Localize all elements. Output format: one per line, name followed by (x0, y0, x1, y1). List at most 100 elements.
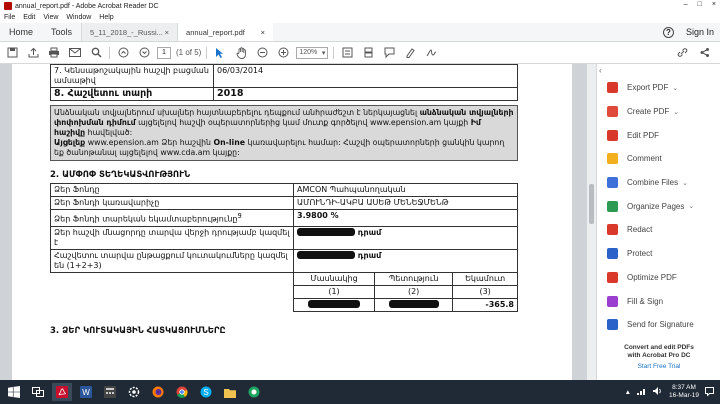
chevron-down-icon[interactable]: ⌄ (682, 179, 688, 187)
search-icon[interactable] (88, 45, 104, 61)
tool-comment[interactable]: Comment (607, 147, 719, 171)
tool-edit-pdf[interactable]: Edit PDF (607, 123, 719, 147)
vertical-scrollbar[interactable] (586, 64, 596, 380)
svg-text:S: S (203, 388, 208, 397)
system-tray: ▲ 8:37 AM 16-Mar-19 (625, 384, 720, 400)
table-cell-value: 2018 (213, 87, 518, 101)
start-free-trial-link[interactable]: Start Free Trial (597, 363, 720, 371)
menu-view[interactable]: View (43, 14, 58, 21)
chevron-down-icon[interactable]: ⌄ (688, 202, 694, 210)
tool-protect[interactable]: Protect (607, 242, 719, 266)
table-row: Ձեր Ֆոնդի տարեկան եկամտաբերությունը9 3.9… (50, 209, 518, 227)
help-icon[interactable]: ? (662, 26, 674, 38)
chevron-down-icon[interactable]: ⌄ (672, 84, 678, 92)
select-cursor-icon[interactable] (212, 45, 228, 61)
highlight-icon[interactable] (402, 45, 418, 61)
tool-optimize-pdf[interactable]: Optimize PDF (607, 266, 719, 290)
label-text: Ձեր Ֆոնդի տարեկան եկամտաբերությունը (54, 214, 238, 224)
tool-export-pdf[interactable]: Export PDF ⌄ (607, 76, 719, 100)
menu-window[interactable]: Window (66, 14, 91, 21)
nav-home[interactable]: Home (0, 23, 42, 41)
window-title: annual_report.pdf - Adobe Acrobat Reader… (15, 2, 159, 10)
tool-redact[interactable]: Redact (607, 218, 719, 242)
fit-page-icon[interactable] (339, 45, 355, 61)
tool-organize-pages[interactable]: Organize Pages ⌄ (607, 194, 719, 218)
svg-text:W: W (82, 388, 90, 397)
section-heading: 3. ՁԵՐ ԿՈՒՏԱԿԱՅԻՆ ՀԱՏԿԱՑՈՒՄՆԵՐԸ (50, 325, 226, 336)
share-icon[interactable] (696, 45, 712, 61)
summary-table: Ձեր Ֆոնդը AMCON Պահպանողական Ձեր Ֆոնդի կ… (50, 183, 518, 312)
save-icon[interactable] (4, 45, 20, 61)
document-viewport[interactable]: 7. Կենսաթոշակային հաշվի բացման ամսաթիվ 0… (0, 64, 586, 380)
task-view-icon[interactable] (28, 383, 48, 401)
collapse-pane-icon[interactable]: ‹ (599, 66, 602, 75)
zoom-level-dropdown[interactable]: 120% ▾ (296, 46, 329, 59)
chrome-taskbar-icon[interactable] (172, 383, 192, 401)
redaction-mark (308, 300, 360, 309)
upload-icon[interactable] (25, 45, 41, 61)
page-number-input[interactable]: 1 (157, 46, 171, 59)
minimize-button[interactable]: – (684, 1, 688, 8)
tool-create-pdf[interactable]: Create PDF ⌄ (607, 100, 719, 124)
sign-in-link[interactable]: Sign In (686, 27, 714, 37)
document-tab[interactable]: 5_11_2018_-_Russi... × (81, 23, 178, 41)
zoom-level-value: 120% (299, 49, 318, 56)
close-tab-icon[interactable]: × (165, 28, 169, 37)
taskbar-clock[interactable]: 8:37 AM 16-Mar-19 (669, 384, 699, 400)
file-explorer-taskbar-icon[interactable] (220, 383, 240, 401)
tool-fill-sign[interactable]: Fill & Sign (607, 289, 719, 313)
menu-file[interactable]: File (4, 14, 15, 21)
maximize-button[interactable]: □ (698, 1, 702, 8)
table-cell-label: Հաշվետու տարվա ընթացքում կուտակումները կ… (50, 248, 294, 273)
sign-icon[interactable] (423, 45, 439, 61)
tools-list: Export PDF ⌄ Create PDF ⌄ Edit PDF Comment… (607, 76, 719, 337)
print-icon[interactable] (46, 45, 62, 61)
chevron-down-icon[interactable]: ⌄ (673, 108, 679, 116)
table-cell-label: Ձեր Ֆոնդը (50, 183, 294, 197)
word-taskbar-icon[interactable]: W (76, 383, 96, 401)
menu-bar: File Edit View Window Help (0, 12, 720, 23)
close-tab-icon[interactable]: × (261, 28, 265, 37)
volume-icon[interactable] (653, 387, 663, 397)
edit-pdf-icon (607, 129, 618, 141)
share-link-icon[interactable] (674, 45, 690, 61)
table-cell-value: ԱՄՈՒՆԴԻ-ԱԿԲԱ ԱՍԵԹ ՄԵՆԵՋՄԵՆԹ (293, 196, 518, 210)
comment-icon (607, 153, 618, 165)
email-icon[interactable] (67, 45, 83, 61)
table-cell: (3) (452, 284, 518, 299)
app-taskbar-icon[interactable] (244, 383, 264, 401)
tray-chevron-up-icon[interactable]: ▲ (625, 389, 631, 396)
calculator-taskbar-icon[interactable] (100, 383, 120, 401)
document-tab-active[interactable]: annual_report.pdf × (177, 23, 274, 41)
acrobat-taskbar-icon[interactable] (52, 383, 72, 401)
toolbar-divider (206, 46, 208, 59)
tool-label: Protect (627, 249, 653, 259)
next-page-icon[interactable] (136, 45, 152, 61)
hand-tool-icon[interactable] (233, 45, 249, 61)
toolbar-divider (333, 46, 335, 59)
comment-icon[interactable] (381, 45, 397, 61)
start-icon[interactable] (4, 383, 24, 401)
toolbar-divider (109, 46, 110, 59)
window-controls: – □ × (684, 1, 716, 8)
table-cell (292, 297, 376, 312)
table-row: Մասնակից Պետություն Եկամուտ (50, 271, 518, 312)
zoom-in-icon[interactable] (275, 45, 291, 61)
settings-taskbar-icon[interactable] (124, 383, 144, 401)
nav-tools[interactable]: Tools (42, 23, 81, 41)
tool-send-for-signature[interactable]: Send for Signature (607, 313, 719, 337)
menu-help[interactable]: Help (99, 14, 113, 21)
menu-edit[interactable]: Edit (23, 14, 35, 21)
network-icon[interactable] (637, 387, 647, 397)
scroll-mode-icon[interactable] (360, 45, 376, 61)
skype-taskbar-icon[interactable]: S (196, 383, 216, 401)
tool-combine-files[interactable]: Combine Files ⌄ (607, 171, 719, 195)
previous-page-icon[interactable] (115, 45, 131, 61)
scrollbar-thumb[interactable] (589, 184, 594, 224)
table-cell-value: 3.9800 % (293, 209, 518, 227)
notifications-icon[interactable] (705, 386, 714, 398)
close-window-button[interactable]: × (712, 1, 716, 8)
tool-label: Combine Files (627, 178, 679, 188)
zoom-out-icon[interactable] (254, 45, 270, 61)
firefox-taskbar-icon[interactable] (148, 383, 168, 401)
